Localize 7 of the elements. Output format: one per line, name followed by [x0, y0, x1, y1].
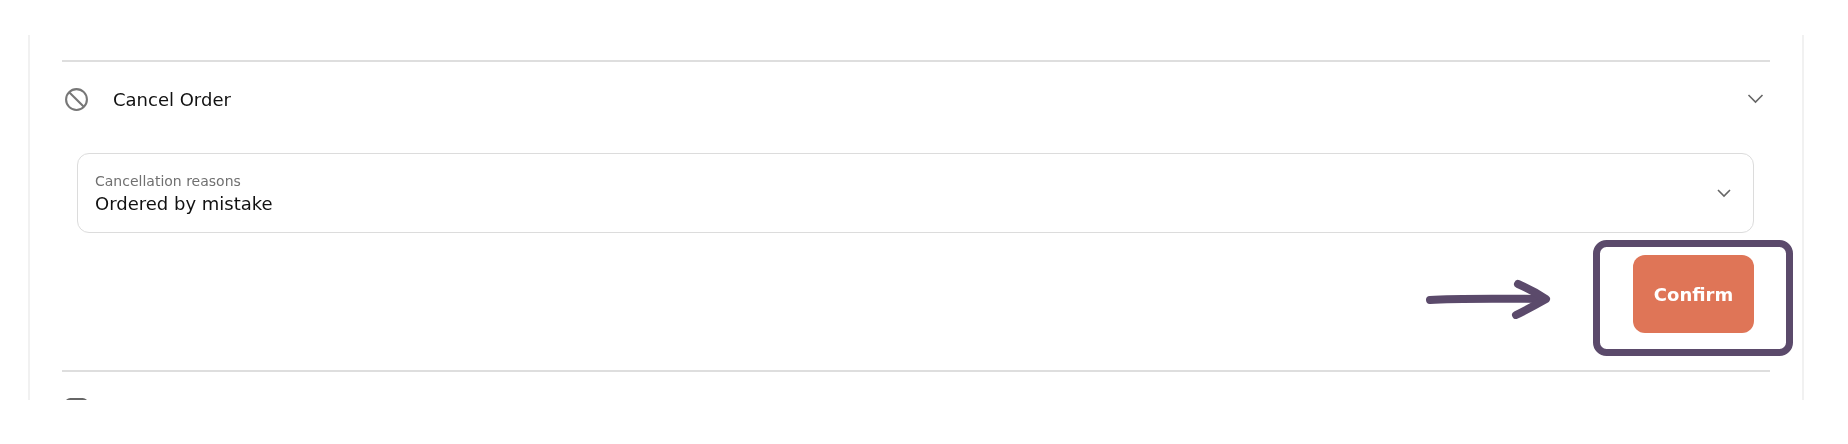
field-label: Cancellation reasons [95, 172, 242, 189]
prohibited-icon [64, 86, 89, 112]
section-title: Cancel Order [113, 88, 231, 110]
chevron-down-icon [1717, 188, 1731, 198]
reason-select[interactable]: Cancellation reasons Ordered by mistake [77, 153, 1754, 233]
chevron-down-icon[interactable] [1747, 94, 1764, 104]
field-value: Ordered by mistake [95, 192, 274, 214]
